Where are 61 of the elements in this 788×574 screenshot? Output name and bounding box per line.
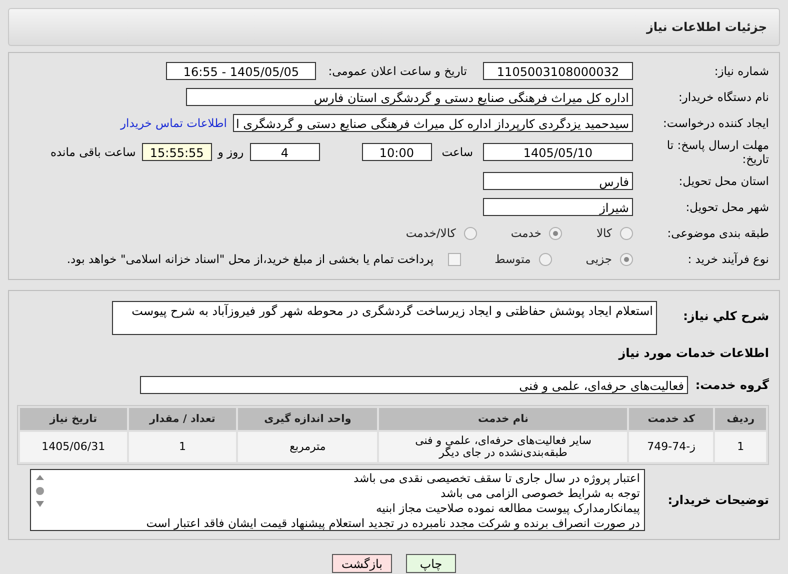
remaining-time-field: 15:55:55 <box>142 143 212 161</box>
field-label: ساعت <box>442 145 473 159</box>
field-label: نام دستگاه خریدار: <box>677 90 769 104</box>
field-label: شهر محل تحویل: <box>684 200 769 214</box>
radio-button[interactable] <box>464 226 477 240</box>
note-line: در صورت انصراف برنده و شرکت مجدد نامبرده در تجدید استعلام پیشنهاد قیمت ایشان فاقد اعتبار است <box>145 516 640 531</box>
description-field[interactable]: استعلام ایجاد پوشش حفاظتی و ایجاد زیرساخت گردشگری در محوطه شهر گور فیروزآباد به شرح پیوست <box>112 301 657 335</box>
city-field[interactable]: شیراز <box>483 198 633 216</box>
field-label: گروه خدمت: <box>694 378 769 392</box>
back-button[interactable]: بازگشت <box>332 554 392 573</box>
column-header: واحد اندازه گیری <box>238 408 378 430</box>
radio-label: کالا/خدمت <box>406 226 456 240</box>
field-label: تاریخ و ساعت اعلان عمومی: <box>328 64 467 78</box>
days-field[interactable]: 4 <box>250 143 320 161</box>
field-label: روز و <box>218 145 244 159</box>
radio-button[interactable] <box>538 252 552 266</box>
note-line: پیمانکارمدارک پیوست مطالعه نموده صلاحیت مجاز ابنیه <box>374 501 640 516</box>
field-label: طبقه بندی موضوعی: <box>666 226 769 240</box>
creator-field[interactable]: سیدحمید یزدگردی کارپرداز اداره کل میراث فرهنگی صنایع دستی و گردشگری ا <box>233 114 633 132</box>
field-label: ساعت باقی مانده <box>50 145 136 159</box>
checkbox[interactable] <box>448 252 461 266</box>
field-label: استان محل تحویل: <box>678 174 769 188</box>
radio-label: کالا <box>596 226 612 240</box>
deadline-date-field[interactable]: 1405/05/10 <box>483 143 633 161</box>
table-cell: 1405/06/31 <box>20 432 127 462</box>
table-cell: ز-74-749 <box>629 432 714 462</box>
field-label: مهلت ارسال پاسخ: تا تاریخ: <box>666 138 769 166</box>
radio-button[interactable] <box>620 252 633 266</box>
checkbox-label: پرداخت تمام یا بخشی از مبلغ خرید،از محل "اسناد خزانه اسلامی" خواهد بود. <box>66 252 434 266</box>
contact-link[interactable]: اطلاعات تماس خریدار <box>120 116 227 130</box>
field-label: توضیحات خریدار: <box>666 493 769 507</box>
page-title: جزئیات اطلاعات نیاز <box>646 20 767 34</box>
table-cell: 1 <box>128 432 236 462</box>
deadline-time-field[interactable]: 10:00 <box>362 143 432 161</box>
field-label: ایجاد کننده درخواست: <box>662 116 769 130</box>
radio-label: جزیی <box>586 252 612 266</box>
radio-button[interactable] <box>620 226 633 240</box>
province-field[interactable]: فارس <box>483 172 633 190</box>
section-heading: اطلاعات خدمات مورد نیاز <box>618 346 769 360</box>
column-header: تعداد / مقدار <box>128 408 236 430</box>
table-cell: مترمربع <box>238 432 378 462</box>
column-header: ردیف <box>715 408 766 430</box>
note-line: اعتبار پروژه در سال جاری تا سقف تخصیصی نقدی می باشد <box>352 471 640 486</box>
service-group-field[interactable]: فعالیت‌های حرفه‌ای، علمی و فنی <box>140 376 688 394</box>
print-button[interactable]: چاپ <box>406 554 456 573</box>
column-header: کد خدمت <box>629 408 714 430</box>
field-label: شماره نیاز: <box>713 64 769 78</box>
table-cell: 1 <box>715 432 766 462</box>
buyer-field[interactable]: اداره کل میراث فرهنگی صنایع دستی و گردشگری استان فارس <box>186 88 633 106</box>
field-label: نوع فرآیند خرید : <box>686 252 769 266</box>
note-line: توجه به شرایط خصوصی الزامی می باشد <box>440 486 640 501</box>
radio-button[interactable] <box>549 226 562 240</box>
field-label: شرح کلي نياز: <box>682 309 769 323</box>
table-cell: سایر فعالیت‌های حرفه‌ای، علمی و فنی طبقه‌بندی‌نشده در جای دیگر <box>379 432 628 462</box>
announce-date-field[interactable]: 1405/05/05 - 16:55 <box>166 62 316 80</box>
need-number-field[interactable]: 1105003108000032 <box>483 62 633 80</box>
notes-field[interactable] <box>30 469 645 531</box>
radio-label: خدمت <box>510 226 542 240</box>
radio-label: متوسط <box>494 252 531 266</box>
column-header: تاریخ نیاز <box>20 408 127 430</box>
column-header: نام خدمت <box>379 408 628 430</box>
